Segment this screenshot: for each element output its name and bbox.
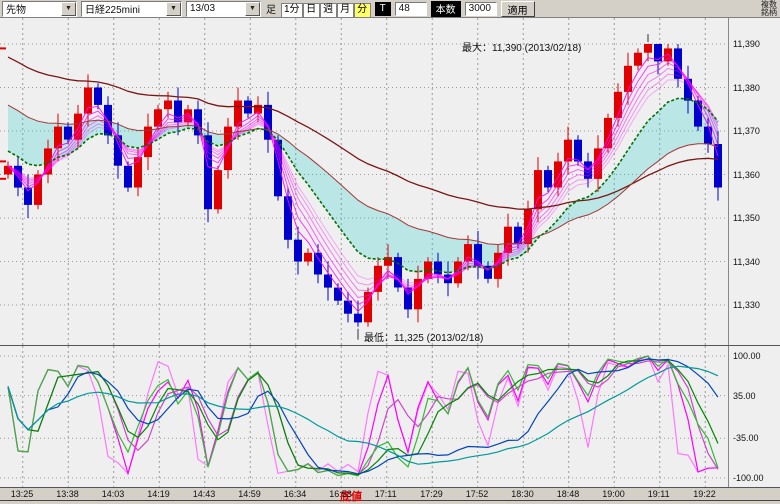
time-axis-label: 18:48 bbox=[557, 489, 580, 499]
min-price-annotation: 最低：11,325 (2013/02/18) bbox=[364, 329, 483, 344]
time-axis-label: 13:38 bbox=[56, 489, 79, 499]
time-axis-label: 17:11 bbox=[375, 489, 397, 499]
time-axis-label: 19:22 bbox=[693, 489, 716, 499]
instrument-select[interactable]: 日経225mini ▼ bbox=[81, 1, 182, 17]
period-button-月[interactable]: 月 bbox=[337, 3, 354, 18]
time-axis-label: 18:30 bbox=[511, 489, 534, 499]
period-button-週[interactable]: 週 bbox=[320, 3, 337, 18]
bar-type-label: 足 bbox=[266, 1, 276, 16]
time-axis-label: 14:03 bbox=[102, 489, 125, 499]
time-axis-label: 19:00 bbox=[602, 489, 625, 499]
time-axis-label: 16:34 bbox=[284, 489, 307, 499]
oscillator-panel: 100.00 35.00 -35.00 -100.00 bbox=[0, 345, 780, 487]
period-button-分[interactable]: 分 bbox=[354, 3, 371, 18]
price-axis-label: 11,360 bbox=[733, 170, 760, 180]
apply-button[interactable]: 適用 bbox=[501, 1, 535, 17]
bar-count-label: 本数 bbox=[431, 1, 461, 17]
instrument-value: 日経225mini bbox=[82, 1, 166, 16]
price-axis-label: 11,340 bbox=[733, 257, 760, 267]
period-button-1分[interactable]: 1分 bbox=[281, 3, 303, 18]
max-price-annotation: 最大：11,390 (2013/02/18) bbox=[462, 39, 581, 54]
period-button-日[interactable]: 日 bbox=[303, 3, 320, 18]
oscillator-chart[interactable] bbox=[0, 346, 728, 487]
time-axis-label: 14:59 bbox=[238, 489, 261, 499]
time-axis-label: 13:25 bbox=[11, 489, 34, 499]
price-axis-label: 11,330 bbox=[733, 300, 760, 310]
chevron-down-icon[interactable]: ▼ bbox=[166, 2, 181, 16]
tick-count-input[interactable]: 48 bbox=[395, 2, 427, 16]
instrument-type-select[interactable]: 先物 ▼ bbox=[2, 1, 77, 17]
instrument-type-value: 先物 bbox=[3, 1, 61, 16]
price-chart-panel: 11,390 11,380 11,370 11,360 11,350 11,340 11,3… bbox=[0, 18, 780, 345]
time-axis-label: 19:11 bbox=[648, 489, 670, 499]
trading-chart-window: 先物 ▼ 日経225mini ▼ 13/03 ▼ 足 1分日週月分 T 48 本… bbox=[0, 0, 780, 500]
contract-month-select[interactable]: 13/03 ▼ bbox=[186, 1, 261, 17]
oscillator-axis: 100.00 35.00 -35.00 -100.00 bbox=[728, 346, 780, 487]
multi-symbol-button[interactable]: 複数銘柄 bbox=[760, 1, 778, 17]
time-axis-label: 14:19 bbox=[147, 489, 170, 499]
contract-month-value: 13/03 bbox=[187, 3, 245, 14]
oscillator-axis-label: 35.00 bbox=[733, 391, 756, 401]
price-axis: 11,390 11,380 11,370 11,360 11,350 11,340 11,3… bbox=[728, 18, 780, 345]
price-axis-label: 11,370 bbox=[733, 126, 760, 136]
oscillator-axis-label: 100.00 bbox=[733, 351, 761, 361]
chevron-down-icon[interactable]: ▼ bbox=[61, 2, 76, 16]
bar-count-input[interactable]: 3000 bbox=[465, 2, 497, 16]
time-axis-label: 14:43 bbox=[193, 489, 216, 499]
time-axis-label: 17:52 bbox=[466, 489, 489, 499]
period-button-group: 1分日週月分 bbox=[281, 0, 371, 18]
tick-mode-button[interactable]: T bbox=[375, 2, 391, 16]
price-axis-label: 11,350 bbox=[733, 213, 760, 223]
oscillator-axis-label: -35.00 bbox=[733, 433, 759, 443]
oscillator-axis-label: -100.00 bbox=[733, 473, 764, 483]
time-axis: 底値 13:2513:3814:0314:1914:4314:5916:3416… bbox=[0, 487, 780, 500]
time-axis-label: 16:53 bbox=[329, 489, 352, 499]
price-axis-label: 11,380 bbox=[733, 83, 760, 93]
toolbar: 先物 ▼ 日経225mini ▼ 13/03 ▼ 足 1分日週月分 T 48 本… bbox=[0, 0, 780, 18]
time-axis-label: 17:29 bbox=[420, 489, 443, 499]
price-chart[interactable] bbox=[0, 18, 728, 345]
price-axis-label: 11,390 bbox=[733, 39, 760, 49]
chevron-down-icon[interactable]: ▼ bbox=[245, 2, 260, 16]
